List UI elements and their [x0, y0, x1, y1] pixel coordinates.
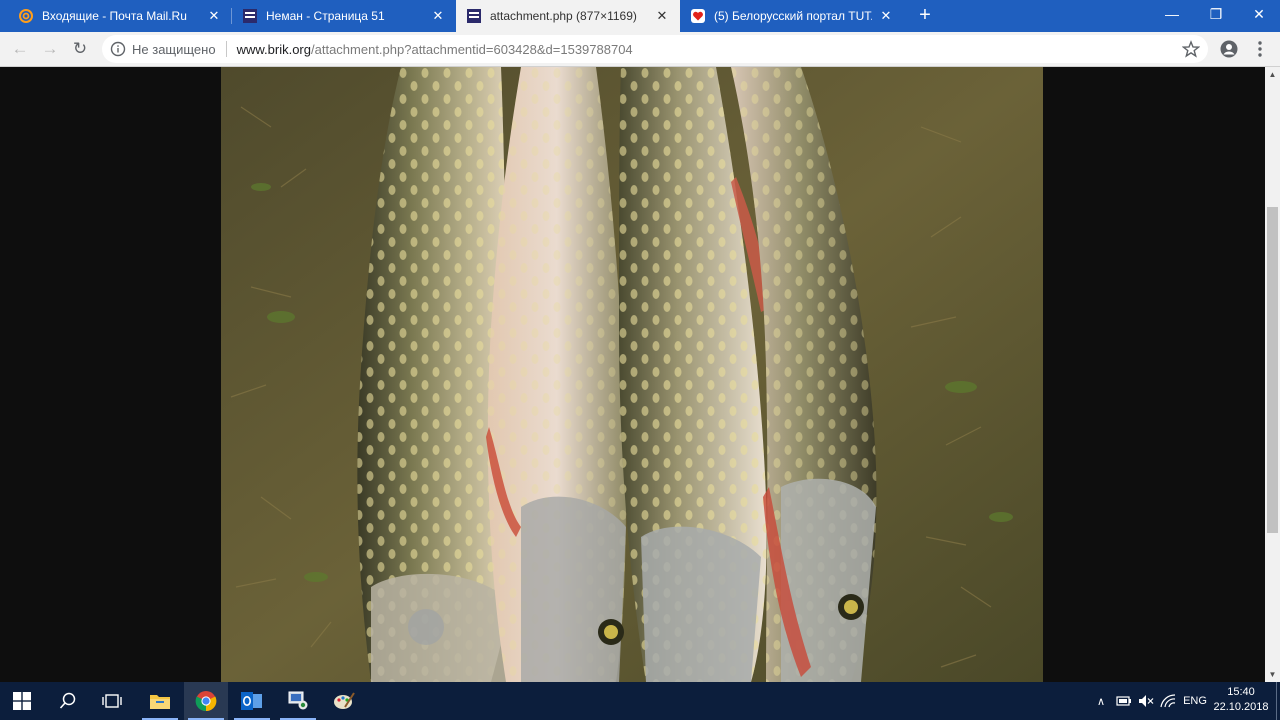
- scroll-up-button[interactable]: ▲: [1265, 67, 1280, 82]
- tab-attachment[interactable]: attachment.php (877×1169) ✕: [456, 0, 680, 32]
- close-tab-icon[interactable]: ✕: [430, 8, 446, 24]
- taskbar-paint-app[interactable]: [322, 682, 366, 720]
- search-icon: [59, 692, 76, 709]
- vertical-scrollbar[interactable]: ▲ ▼: [1265, 67, 1280, 682]
- taskbar-search-button[interactable]: [46, 682, 90, 720]
- taskbar-file-explorer[interactable]: [138, 682, 182, 720]
- scrollbar-thumb[interactable]: [1267, 207, 1278, 533]
- page-content: [0, 67, 1265, 682]
- close-tab-icon[interactable]: ✕: [206, 8, 222, 24]
- taskbar-network-app[interactable]: [276, 682, 320, 720]
- show-desktop-button[interactable]: [1276, 682, 1280, 720]
- chrome-icon: [195, 691, 217, 712]
- close-window-button[interactable]: ✕: [1237, 0, 1280, 28]
- taskbar-chrome[interactable]: [184, 682, 228, 720]
- reload-button[interactable]: ↻: [68, 37, 92, 61]
- paint-app-icon: [334, 692, 355, 709]
- input-language-indicator[interactable]: ENG: [1180, 682, 1210, 720]
- network-app-icon: [288, 691, 308, 710]
- windows-logo-icon: [13, 692, 31, 710]
- url-path: /attachment.php?attachmentid=603428&d=15…: [311, 41, 633, 57]
- new-tab-button[interactable]: +: [913, 4, 937, 28]
- browser-toolbar: ← → ↻ Не защищено www.brik.org/attachmen…: [0, 32, 1280, 67]
- minimize-button[interactable]: —: [1150, 0, 1194, 28]
- tab-strip: Входящие - Почта Mail.Ru ✕ Неман - Стран…: [0, 0, 1280, 32]
- power-icon[interactable]: [1114, 682, 1134, 720]
- tray-overflow-chevron[interactable]: ∧: [1092, 682, 1110, 720]
- tab-title: attachment.php (877×1169): [490, 9, 637, 23]
- taskbar-clock[interactable]: 15:40 22.10.2018: [1210, 685, 1272, 715]
- url-host: www.brik.org: [236, 41, 311, 57]
- tab-title: Неман - Страница 51: [266, 9, 385, 23]
- outlook-icon: [241, 692, 262, 710]
- task-view-icon: [102, 694, 122, 708]
- tab-title: Входящие - Почта Mail.Ru: [42, 9, 187, 23]
- brik-forum-icon: [242, 8, 258, 24]
- brik-forum-icon: [466, 8, 482, 24]
- clock-time: 15:40: [1227, 686, 1255, 698]
- windows-taskbar: ∧ ENG 15:40 22.10.2018: [0, 682, 1280, 720]
- restore-button[interactable]: ❐: [1194, 0, 1238, 28]
- security-label[interactable]: Не защищено: [132, 42, 216, 57]
- taskbar-outlook[interactable]: [230, 682, 274, 720]
- bookmark-star-icon[interactable]: [1182, 40, 1200, 58]
- task-view-button[interactable]: [90, 682, 134, 720]
- tab-title: (5) Белорусский портал TUT.BY: [714, 9, 872, 23]
- profile-avatar-icon[interactable]: [1220, 40, 1238, 58]
- close-tab-icon[interactable]: ✕: [878, 8, 894, 24]
- close-tab-icon[interactable]: ✕: [654, 8, 670, 24]
- menu-kebab-icon[interactable]: [1254, 40, 1266, 58]
- volume-muted-icon[interactable]: [1136, 682, 1156, 720]
- tab-mailru[interactable]: Входящие - Почта Mail.Ru ✕: [8, 0, 232, 32]
- attachment-image[interactable]: [221, 67, 1043, 682]
- tab-neman[interactable]: Неман - Страница 51 ✕: [232, 0, 456, 32]
- scroll-down-button[interactable]: ▼: [1265, 667, 1280, 682]
- back-button[interactable]: ←: [8, 37, 32, 61]
- forward-button[interactable]: →: [38, 37, 62, 61]
- tutby-heart-icon: [690, 8, 706, 24]
- clock-date: 22.10.2018: [1213, 701, 1269, 713]
- address-bar[interactable]: Не защищено www.brik.org/attachment.php?…: [102, 35, 1208, 63]
- info-icon[interactable]: [110, 41, 126, 57]
- wifi-icon[interactable]: [1158, 682, 1178, 720]
- tab-tutby[interactable]: (5) Белорусский портал TUT.BY ✕: [680, 0, 904, 32]
- folder-icon: [150, 695, 170, 709]
- mailru-at-icon: [18, 8, 34, 24]
- windows-start-button[interactable]: [0, 682, 44, 720]
